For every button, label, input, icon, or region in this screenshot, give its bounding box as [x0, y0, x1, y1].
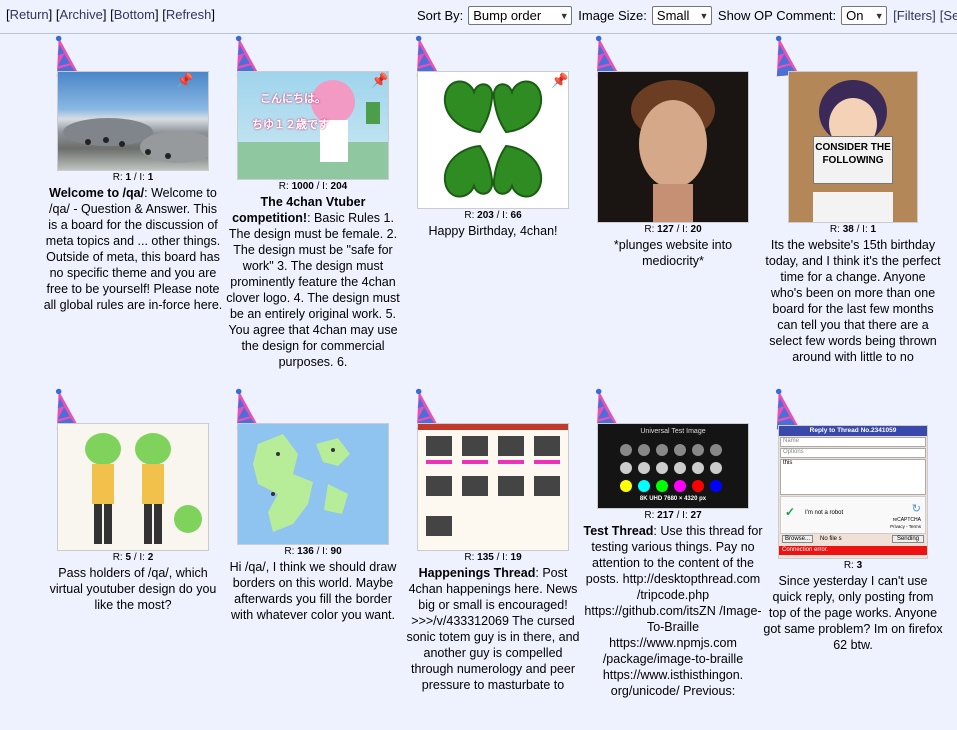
thread-stats: R: 1000 / I: 204 — [278, 181, 348, 192]
quick-reply-title: Reply to Thread No.2341059 — [779, 426, 927, 436]
thread-teaser: Hi /qa/, I think we should draw borders … — [229, 560, 397, 622]
error-banner: Connection error. — [779, 546, 927, 555]
thread-thumbnail[interactable] — [57, 423, 209, 551]
thread-teaser: *plunges website into mediocrity* — [613, 238, 733, 268]
thread-thumbnail[interactable] — [597, 71, 749, 223]
sign-text: CONSIDER THE FOLLOWING — [813, 136, 893, 184]
check-icon: ✓ — [785, 505, 796, 519]
op-comment-label: Show OP Comment: — [717, 8, 837, 23]
chevron-down-icon: ▼ — [699, 10, 709, 21]
captcha-box: ✓ I'm not a robot ↻ reCAPTCHA Privacy - … — [780, 496, 926, 534]
filters-link[interactable]: [Filters] — [893, 8, 936, 23]
thread-thumbnail[interactable] — [417, 71, 569, 209]
op-comment-select[interactable]: On ▼ — [841, 6, 888, 25]
thread-thumbnail[interactable]: CONSIDER THE FOLLOWING — [788, 71, 918, 223]
nav-links: [Return] [Archive] [Bottom] [Refresh] — [6, 7, 215, 22]
archive-link[interactable]: Archive — [60, 7, 103, 22]
search-link[interactable]: [Sea — [940, 8, 957, 23]
thumbnail-caption: 8K UHD 7680 × 4320 px — [639, 496, 707, 502]
thread-card[interactable]: 📌 R: 1 / I: 1 Welcome to /qa/: Welcome t… — [43, 34, 223, 376]
thread-card[interactable]: Reply to Thread No.2341059 Name Options … — [763, 387, 943, 687]
bottom-link[interactable]: Bottom — [114, 7, 155, 22]
thumbnail-caption: Universal Test Image — [640, 428, 706, 435]
thread-teaser: The 4chan Vtuber competition!: Basic Rul… — [226, 195, 400, 369]
thread-teaser: Welcome to /qa/: Welcome to /qa/ - Quest… — [43, 186, 223, 312]
thread-stats: R: 1 / I: 1 — [112, 172, 154, 183]
pin-icon: 📌 — [176, 72, 194, 88]
thumbnail-caption: こんにちは。 — [260, 93, 326, 105]
thread-card[interactable]: R: 136 / I: 90 Hi /qa/, I think we shoul… — [223, 387, 403, 647]
browse-button[interactable]: Browse... — [782, 535, 814, 543]
thread-teaser: Happy Birthday, 4chan! — [428, 224, 558, 238]
clover-logo — [443, 80, 543, 198]
pin-icon: 📌 — [371, 72, 389, 88]
thread-teaser: Test Thread: Use this thread for testing… — [583, 524, 763, 698]
pin-icon: 📌 — [551, 72, 569, 88]
thread-thumbnail[interactable]: こんにちは。 ちゆ１２歳です — [237, 71, 389, 180]
chevron-down-icon: ▼ — [559, 10, 569, 21]
thread-thumbnail[interactable]: Universal Test Image 8K UHD 7680 × 4320 … — [597, 423, 749, 509]
image-size-label: Image Size: — [578, 8, 647, 23]
thumbnail-caption: ちゆ１２歳です — [252, 119, 329, 131]
thread-card[interactable]: CONSIDER THE FOLLOWING R: 38 / I: 1 Its … — [763, 34, 943, 394]
thread-card[interactable]: R: 127 / I: 20 *plunges website into med… — [583, 34, 763, 274]
return-link[interactable]: Return — [10, 7, 49, 22]
sort-label: Sort By: — [417, 8, 464, 23]
thread-stats: R: 127 / I: 20 — [644, 224, 702, 235]
thread-stats: R: 3 — [843, 560, 863, 571]
thread-stats: R: 38 / I: 1 — [829, 224, 877, 235]
thread-stats: R: 136 / I: 90 — [284, 546, 342, 557]
thread-subject: Welcome to /qa/ — [49, 186, 145, 200]
thread-stats: R: 217 / I: 27 — [644, 510, 702, 521]
thread-thumbnail[interactable]: Reply to Thread No.2341059 Name Options … — [778, 425, 928, 559]
thread-subject: Happenings Thread — [418, 566, 536, 580]
refresh-link[interactable]: Refresh — [166, 7, 212, 22]
image-size-select[interactable]: Small ▼ — [651, 6, 712, 25]
thread-card[interactable]: 📌 R: 203 / I: 66 Happy Birthday, 4chan! — [403, 34, 583, 244]
thread-stats: R: 5 / I: 2 — [112, 552, 154, 563]
thread-teaser: Happenings Thread: Post 4chan happenings… — [406, 566, 580, 692]
thread-stats: R: 203 / I: 66 — [464, 210, 522, 221]
thread-thumbnail[interactable] — [417, 423, 569, 551]
thread-subject: Test Thread — [583, 524, 654, 538]
thread-card[interactable]: Universal Test Image 8K UHD 7680 × 4320 … — [583, 387, 763, 730]
thread-thumbnail[interactable] — [237, 423, 389, 545]
thread-teaser: Its the website's 15th birthday today, a… — [765, 238, 941, 364]
catalog-controls: Sort By: Bump order ▼ Image Size: Small ▼ … — [417, 6, 957, 25]
send-button[interactable]: Sending — [891, 535, 924, 543]
thread-teaser: Pass holders of /qa/, which virtual yout… — [49, 566, 217, 612]
sort-select[interactable]: Bump order ▼ — [468, 6, 573, 25]
thread-stats: R: 135 / I: 19 — [464, 552, 522, 563]
thread-card[interactable]: R: 5 / I: 2 Pass holders of /qa/, which … — [43, 387, 223, 637]
thread-card[interactable]: R: 135 / I: 19 Happenings Thread: Post 4… — [403, 387, 583, 730]
thread-teaser: Since yesterday I can't use quick reply,… — [763, 574, 943, 652]
recaptcha-icon: ↻ — [911, 503, 921, 515]
chevron-down-icon: ▼ — [874, 10, 884, 21]
top-bar: [Return] [Archive] [Bottom] [Refresh] So… — [0, 0, 957, 33]
thread-card[interactable]: こんにちは。 ちゆ１２歳です 📌 R: 1000 / I: 204 The 4c… — [223, 34, 403, 394]
